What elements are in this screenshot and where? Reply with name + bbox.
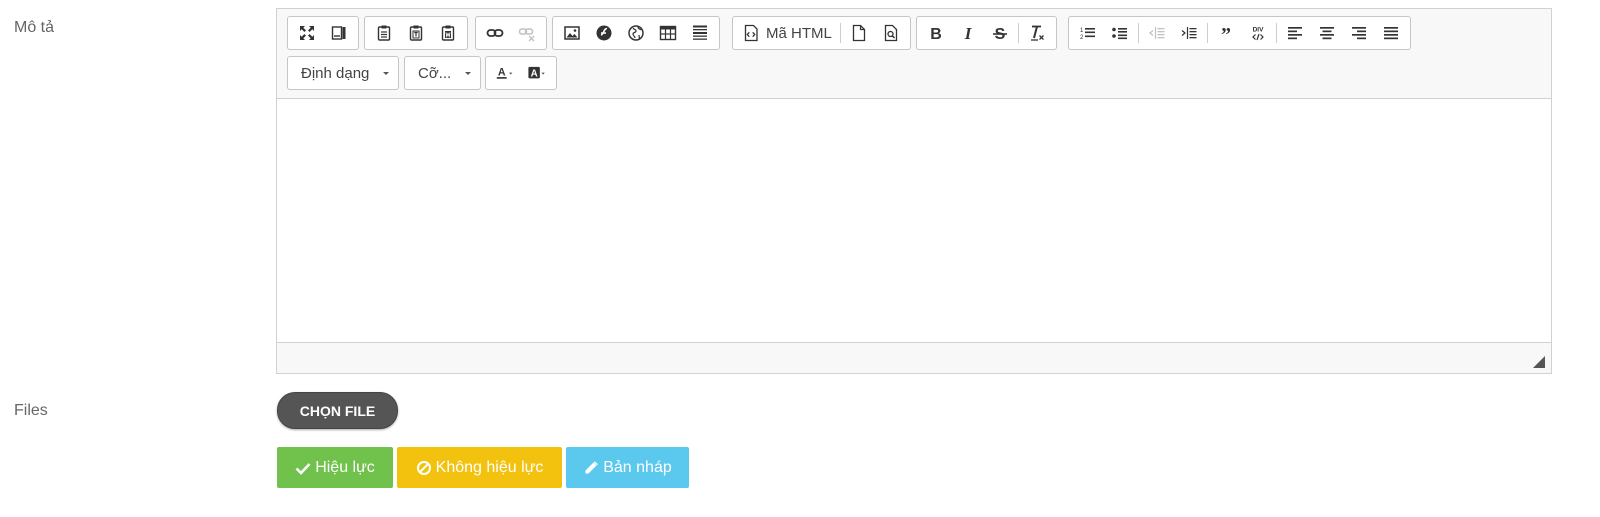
show-blocks-icon[interactable] [323,19,355,47]
format-select-label: Định dạng [301,64,370,82]
format-select[interactable]: Định dạng [287,56,400,90]
svg-text:DIV: DIV [1253,27,1265,34]
blockquote-icon[interactable]: ” [1210,19,1242,47]
chevron-down-icon [465,71,472,75]
paste-text-icon[interactable] [400,19,432,47]
ban-icon [416,460,431,475]
bulleted-list-icon[interactable] [1104,19,1136,47]
status-valid-label: Hiệu lực [315,458,375,476]
create-div-icon[interactable]: DIV [1242,19,1274,47]
svg-text:I: I [964,24,973,42]
description-label: Mô tả [14,19,55,36]
toolbar-group-document: Mã HTML [732,16,911,50]
background-color-icon[interactable]: A [521,59,553,87]
toolbar-group-links [475,16,547,50]
maximize-icon[interactable] [291,19,323,47]
toolbar-group-clipboard [364,16,468,50]
choose-file-button[interactable]: CHỌN FILE [277,392,398,429]
toolbar-separator [1276,23,1277,43]
status-draft-button[interactable]: Bản nháp [566,447,689,488]
editor-content-area[interactable] [277,99,1551,342]
new-page-icon[interactable] [843,19,875,47]
paste-word-icon[interactable] [432,19,464,47]
image-icon[interactable] [556,19,588,47]
decrease-indent-icon[interactable] [1141,19,1173,47]
source-code-icon [744,24,758,42]
numbered-list-icon[interactable]: 12 [1072,19,1104,47]
link-icon[interactable] [479,19,511,47]
editor-toolbar: Mã HTML B I S 1 2 ” DIV Định dạng Cỡ... … [277,9,1551,99]
toolbar-group-colors: A A [485,56,557,90]
flash-icon[interactable] [588,19,620,47]
source-html-label: Mã HTML [766,24,832,42]
toolbar-group-basicstyles: B I S [916,16,1057,50]
rich-text-editor: Mã HTML B I S 1 2 ” DIV Định dạng Cỡ... … [276,8,1552,374]
align-left-icon[interactable] [1279,19,1311,47]
svg-text:”: ” [1221,24,1231,42]
toolbar-separator [1018,23,1019,43]
font-size-select-label: Cỡ... [418,64,452,82]
preview-icon[interactable] [875,19,907,47]
unlink-icon[interactable] [511,19,543,47]
strikethrough-icon[interactable]: S [984,19,1016,47]
svg-text:A: A [498,66,506,78]
bold-icon[interactable]: B [920,19,952,47]
svg-text:1: 1 [1080,28,1084,34]
table-icon[interactable] [652,19,684,47]
italic-icon[interactable]: I [952,19,984,47]
choose-file-label: CHỌN FILE [299,402,376,419]
svg-text:2: 2 [1080,35,1084,41]
svg-text:B: B [930,26,942,42]
align-center-icon[interactable] [1311,19,1343,47]
status-invalid-label: Không hiệu lực [435,458,544,476]
toolbar-group-view [287,16,359,50]
horizontal-rule-icon[interactable] [684,19,716,47]
status-valid-button[interactable]: Hiệu lực [277,447,393,488]
remove-format-icon[interactable] [1021,19,1053,47]
text-color-icon[interactable]: A [489,59,521,87]
align-right-icon[interactable] [1343,19,1375,47]
toolbar-separator [1207,23,1208,43]
font-size-select[interactable]: Cỡ... [404,56,482,90]
files-label: Files [14,402,48,419]
paste-icon[interactable] [368,19,400,47]
iframe-globe-icon[interactable] [620,19,652,47]
check-icon [295,462,311,475]
pencil-icon [585,460,599,473]
increase-indent-icon[interactable] [1173,19,1205,47]
status-invalid-button[interactable]: Không hiệu lực [397,447,562,488]
editor-statusbar [277,342,1551,373]
source-html-button[interactable]: Mã HTML [736,19,838,47]
align-justify-icon[interactable] [1375,19,1407,47]
status-draft-label: Bản nháp [603,458,672,476]
toolbar-separator [1138,23,1139,43]
toolbar-group-insert [552,16,720,50]
toolbar-separator [839,23,841,43]
svg-text:A: A [531,68,538,79]
chevron-down-icon [383,71,390,75]
resize-handle-icon[interactable] [1533,356,1545,368]
toolbar-group-paragraph: 12 ” DIV [1068,16,1411,50]
